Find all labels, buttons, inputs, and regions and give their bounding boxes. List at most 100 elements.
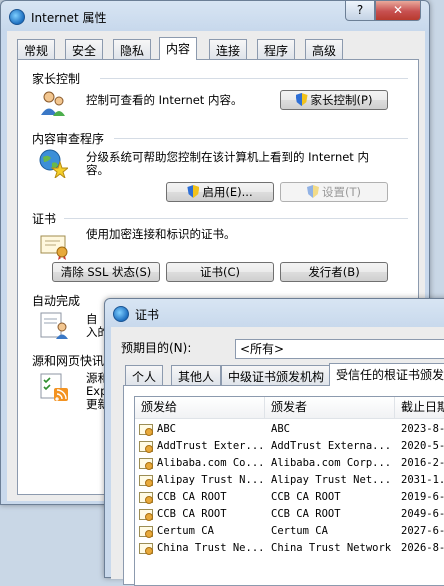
cell-issued-by: Alipay Trust Net... [271, 474, 392, 486]
divider [114, 138, 408, 139]
table-row[interactable]: China Trust Ne... China Trust Network 2026… [135, 540, 444, 557]
close-button[interactable]: ✕ [375, 1, 421, 21]
cell-expiration: 2031-1. [401, 474, 444, 486]
cell-expiration: 2049-6- [401, 508, 444, 520]
table-row[interactable]: CCB CA ROOT CCB CA ROOT 2049-6- [135, 506, 444, 523]
cell-issued-to: Alibaba.com Co... [157, 457, 263, 469]
certificates-button[interactable]: 证书(C) [166, 262, 274, 282]
title-bar[interactable]: 证书 [105, 299, 444, 327]
cell-issued-by: ABC [271, 423, 290, 435]
tab-other-people[interactable]: 其他人 [171, 365, 222, 385]
certificates-description: 使用加密连接和标识的证书。 [86, 227, 236, 241]
tab-trusted-root-ca[interactable]: 受信任的根证书颁发机 [329, 363, 444, 386]
enable-button-label: 启用(E)... [202, 185, 253, 199]
certificate-icon [139, 509, 153, 521]
table-row[interactable]: Alipay Trust N... Alipay Trust Net... 2031… [135, 472, 444, 489]
cell-expiration: 2026-8- [401, 542, 444, 554]
certificate-icon [139, 458, 153, 470]
feeds-title: 源和网页快讯 [32, 354, 105, 368]
cell-issued-by: CCB CA ROOT [271, 491, 341, 503]
cell-issued-by: Alibaba.com Corp... [271, 457, 392, 469]
certificate-icon [40, 235, 68, 260]
column-header-issued-by[interactable]: 颁发者 [265, 397, 395, 419]
parental-controls-button-label: 家长控制(P) [310, 93, 373, 107]
cell-issued-to: CCB CA ROOT [157, 491, 227, 503]
table-row[interactable]: Certum CA Certum CA 2027-6- [135, 523, 444, 540]
cell-issued-by: Certum CA [271, 525, 328, 537]
certificate-icon [139, 526, 153, 538]
settings-button-label: 设置(T) [322, 185, 361, 199]
enable-button[interactable]: 启用(E)... [166, 182, 274, 202]
cell-expiration: 2020-5- [401, 440, 444, 452]
cell-issued-by: China Trust Network [271, 542, 392, 554]
certificates-window: 证书 预期目的(N): <所有> 个人 其他人 中级证书颁发机构 受信任的根证书… [104, 298, 444, 586]
cell-expiration: 2023-8- [401, 423, 444, 435]
cell-issued-to: China Trust Ne... [157, 542, 263, 554]
parental-controls-title: 家长控制 [32, 72, 81, 86]
certificate-icon [139, 492, 153, 504]
settings-button[interactable]: 设置(T) [280, 182, 388, 202]
cell-issued-by: CCB CA ROOT [271, 508, 341, 520]
certificate-icon [139, 441, 153, 453]
window-title: Internet 属性 [31, 11, 107, 25]
divider [64, 218, 408, 219]
certificates-title: 证书 [32, 212, 57, 226]
uac-shield-icon [187, 185, 200, 198]
cell-issued-by: AddTrust Externa... [271, 440, 392, 452]
certificate-icon [139, 424, 153, 436]
uac-shield-icon [295, 93, 308, 106]
cell-issued-to: AddTrust Exter... [157, 440, 263, 452]
tab-programs[interactable]: 程序 [257, 39, 296, 59]
internet-globe-icon [113, 306, 129, 322]
table-row[interactable]: CCB CA ROOT CCB CA ROOT 2019-6- [135, 489, 444, 506]
autocomplete-icon [40, 312, 68, 339]
table-row[interactable]: ABC ABC 2023-8- [135, 421, 444, 438]
cell-expiration: 2019-6- [401, 491, 444, 503]
content-advisor-icon [39, 149, 68, 178]
certificate-table[interactable]: 颁发给 颁发者 截止日期 ABC ABC 2023-8- AddTrust Exter… [134, 396, 444, 586]
title-bar[interactable]: Internet 属性 ? ✕ [1, 1, 429, 31]
cell-expiration: 2016-2- [401, 457, 444, 469]
tab-personal[interactable]: 个人 [125, 365, 164, 385]
cell-expiration: 2027-6- [401, 525, 444, 537]
content-advisor-title: 内容审查程序 [32, 132, 105, 146]
column-header-expiration[interactable]: 截止日期 [395, 397, 444, 419]
content-advisor-description-line2: 容。 [86, 163, 109, 177]
uac-shield-icon [307, 185, 319, 198]
help-button[interactable]: ? [345, 1, 375, 21]
intended-purpose-label: 预期目的(N): [121, 341, 192, 355]
table-row[interactable]: Alibaba.com Co... Alibaba.com Corp... 2016… [135, 455, 444, 472]
internet-globe-icon [9, 9, 25, 25]
certificate-icon [139, 543, 153, 555]
autocomplete-title: 自动完成 [32, 294, 81, 308]
window-title: 证书 [135, 308, 160, 322]
cell-issued-to: ABC [157, 423, 176, 435]
tab-strip: 常规 安全 隐私 内容 连接 程序 高级 [7, 37, 425, 60]
tab-security[interactable]: 安全 [65, 39, 104, 59]
tab-privacy[interactable]: 隐私 [113, 39, 152, 59]
table-row[interactable]: AddTrust Exter... AddTrust Externa... 2020… [135, 438, 444, 455]
tab-general[interactable]: 常规 [17, 39, 56, 59]
tab-connections[interactable]: 连接 [209, 39, 248, 59]
divider [100, 78, 408, 79]
cell-issued-to: CCB CA ROOT [157, 508, 227, 520]
certificate-list-panel: 颁发给 颁发者 截止日期 ABC ABC 2023-8- AddTrust Exter… [123, 385, 444, 586]
intended-purpose-select[interactable]: <所有> [235, 339, 444, 359]
content-advisor-description-line1: 分级系统可帮助您控制在该计算机上看到的 Internet 内 [86, 150, 369, 164]
cell-issued-to: Certum CA [157, 525, 214, 537]
parental-controls-icon [41, 91, 65, 116]
cell-issued-to: Alipay Trust N... [157, 474, 263, 486]
tab-strip: 个人 其他人 中级证书颁发机构 受信任的根证书颁发机 [111, 363, 444, 386]
publishers-button[interactable]: 发行者(B) [280, 262, 388, 282]
column-header-issued-to[interactable]: 颁发给 [135, 397, 265, 419]
tab-advanced[interactable]: 高级 [305, 39, 344, 59]
tab-content[interactable]: 内容 [159, 37, 198, 60]
tab-intermediate-ca[interactable]: 中级证书颁发机构 [221, 365, 332, 385]
table-header: 颁发给 颁发者 截止日期 [135, 397, 444, 419]
feeds-icon [40, 373, 68, 401]
parental-controls-description: 控制可查看的 Internet 内容。 [86, 93, 243, 107]
certificate-icon [139, 475, 153, 487]
clear-ssl-state-button[interactable]: 清除 SSL 状态(S) [52, 262, 160, 282]
dialog-client-area: 预期目的(N): <所有> 个人 其他人 中级证书颁发机构 受信任的根证书颁发机… [111, 327, 444, 586]
parental-controls-button[interactable]: 家长控制(P) [280, 90, 388, 110]
